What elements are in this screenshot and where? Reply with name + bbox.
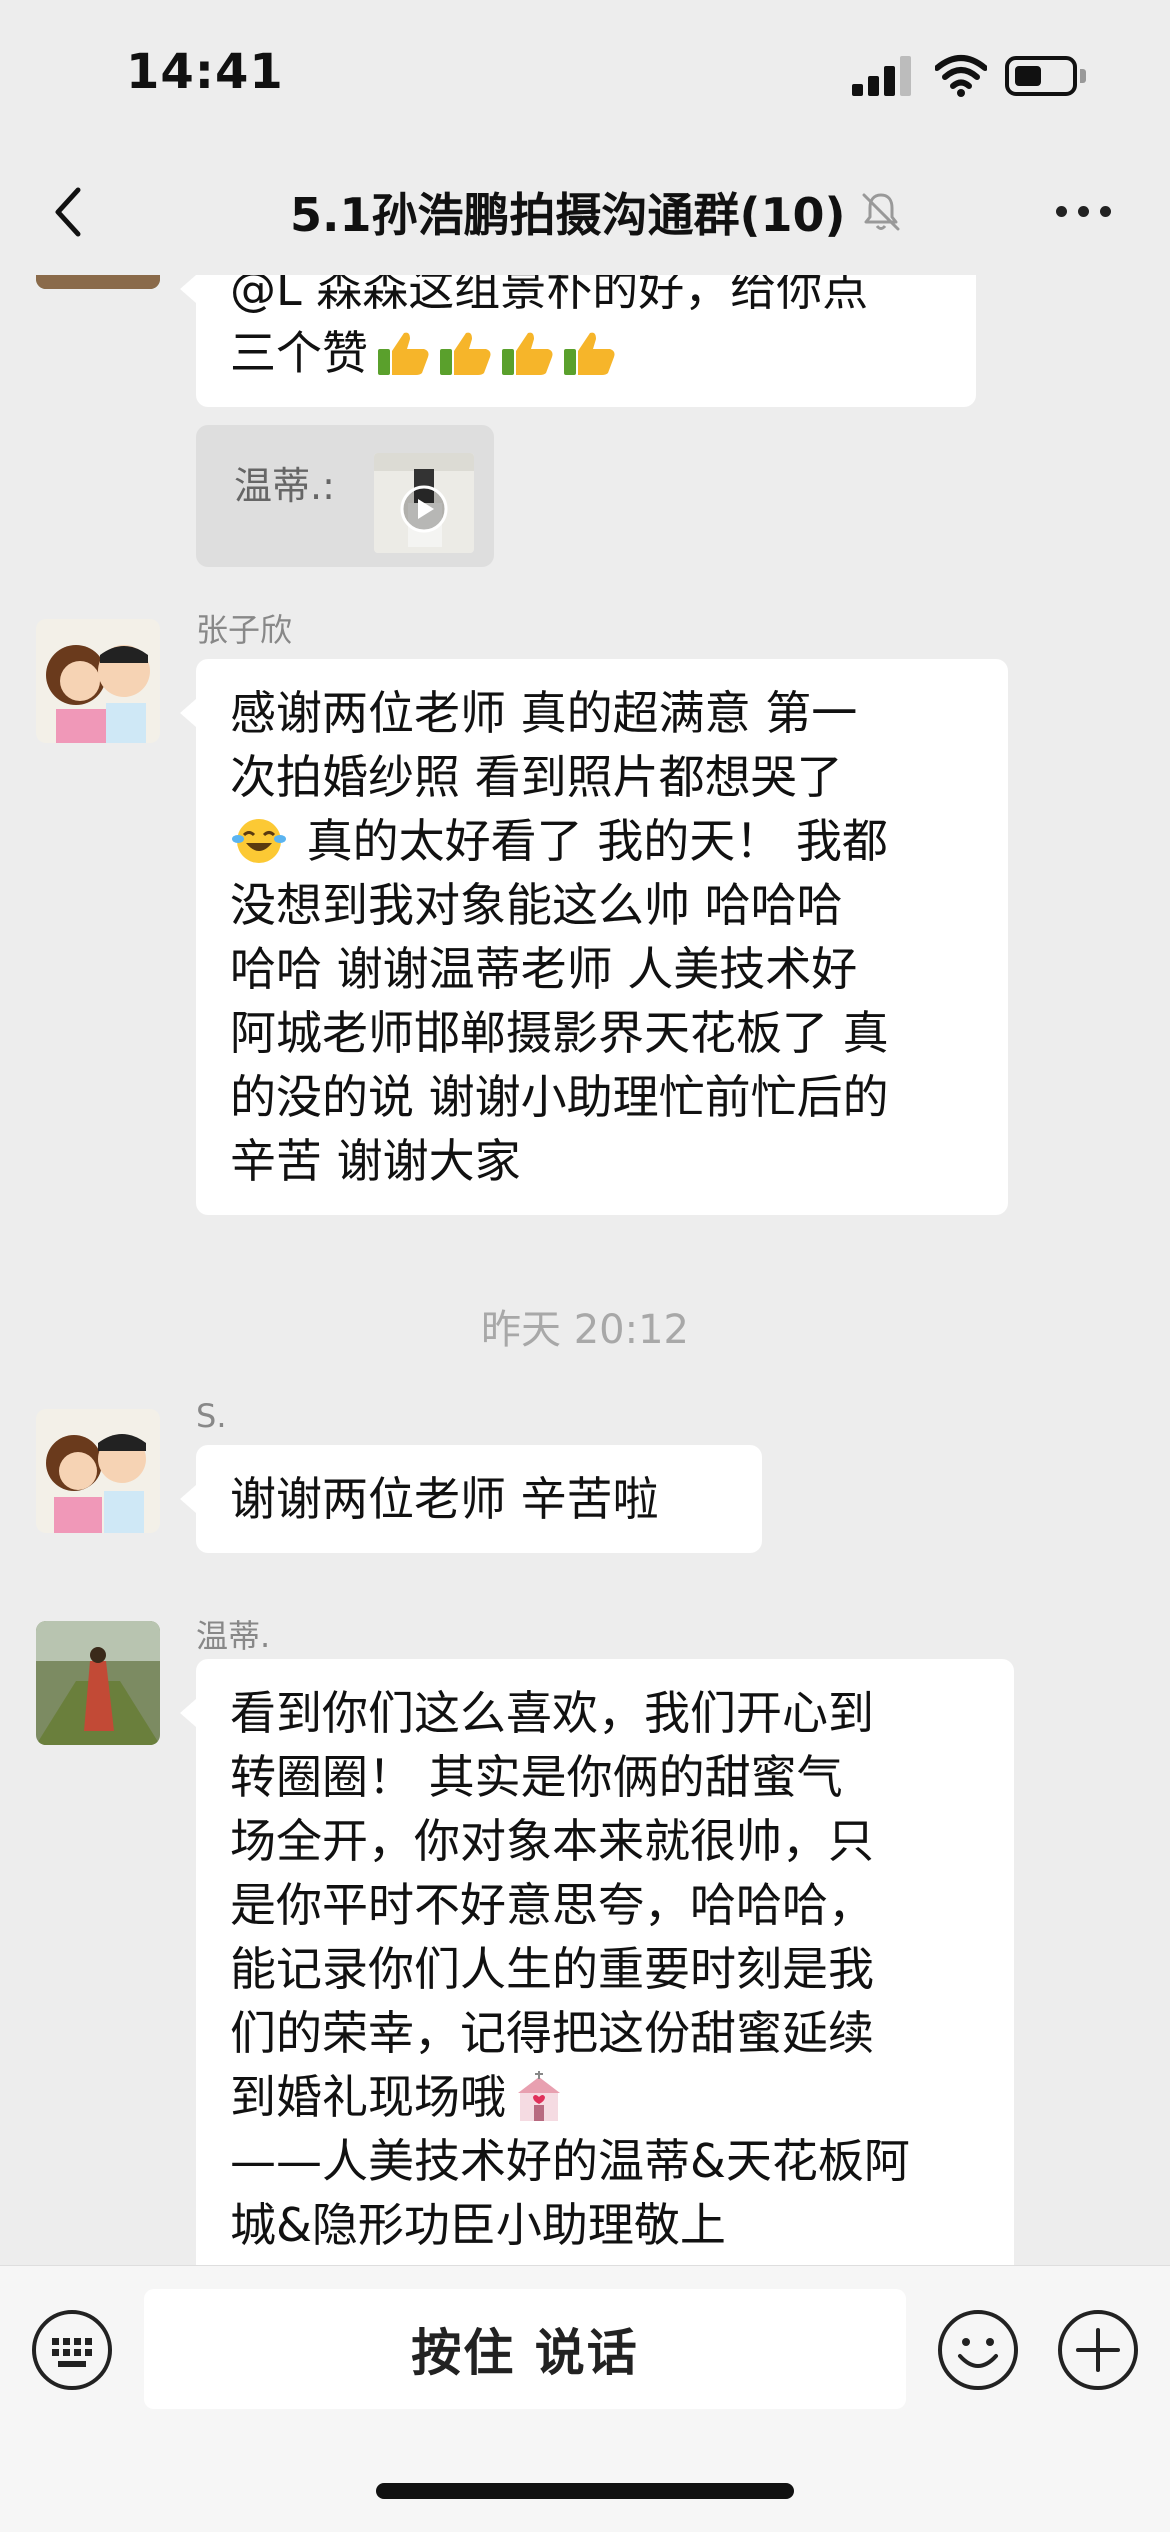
avatar-s[interactable] (36, 1409, 160, 1533)
avatar-image (36, 275, 160, 289)
message-text-line: 的没的说 谢谢小助理忙前忙后的 (230, 1070, 889, 1124)
quoted-sender-label: 温蒂.: (234, 464, 335, 508)
message-text-line: 是你平时不好意思夸，哈哈哈， (230, 1878, 874, 1932)
message-text-line: 能记录你们人生的重要时刻是我 (230, 1942, 874, 1996)
status-bar: 14:41 (0, 0, 1170, 150)
wifi-icon (935, 55, 987, 97)
message-bubble[interactable]: @L 森森这组景朴的好，给你点 三个赞 (180, 275, 976, 407)
message-text-line: 到婚礼现场哦 (230, 2065, 980, 2129)
message-bubble[interactable]: 谢谢两位老师 辛苦啦 (180, 1445, 762, 1553)
avatar-image (36, 1409, 160, 1533)
sender-name: 温蒂. (196, 1617, 271, 1655)
avatar-image (36, 619, 160, 743)
message-text-line: 辛苦 谢谢大家 (230, 1134, 521, 1188)
message-text-line: 转圈圈！ 其实是你俩的甜蜜气 (230, 1750, 843, 1804)
video-thumbnail-image (374, 453, 474, 553)
message-text-line: 三个赞 (230, 321, 942, 385)
thumbs-up-icon (440, 332, 491, 375)
message-list[interactable]: @L 森森这组景朴的好，给你点 三个赞 温蒂.: 张子欣 感谢两位老师 真的超满… (0, 275, 1170, 2265)
message-text: 到婚礼现场哦 (230, 2070, 506, 2124)
avatar-senxsen[interactable] (36, 275, 160, 289)
message-text-line: 感谢两位老师 真的超满意 第一 (230, 686, 858, 740)
back-icon[interactable] (44, 178, 94, 246)
message-text-line: 真的太好看了 我的天！ 我都 (230, 809, 974, 873)
quoted-video-card[interactable]: 温蒂.: (196, 425, 494, 567)
wechat-group-chat-screen: 14:41 5.1孙浩鹏拍摄沟通群(10) @L 森森这组景朴的好，给你点 三个… (0, 0, 1170, 2532)
message-text-line: 次拍婚纱照 看到照片都想哭了 (230, 750, 843, 804)
message-text: 真的太好看了 我的天！ 我都 (292, 814, 888, 868)
message-text-line: 们的荣幸，记得把这份甜蜜延续 (230, 2006, 874, 2060)
home-indicator[interactable] (376, 2483, 794, 2499)
status-time: 14:41 (126, 44, 284, 100)
laughing-tears-icon (232, 819, 286, 863)
video-thumbnail[interactable] (374, 453, 474, 553)
mute-icon (862, 193, 900, 231)
message-text-line: 没想到我对象能这么帅 哈哈哈 (230, 878, 843, 932)
message-text-line: 场全开，你对象本来就很帅，只 (230, 1814, 874, 1868)
time-divider: 昨天 20:12 (481, 1307, 689, 1353)
thumbs-up-icon (564, 332, 615, 375)
message-text-line: ——人美技术好的温蒂&天花板阿 (230, 2134, 910, 2188)
chat-title-area: 5.1孙浩鹏拍摄沟通群(10) (290, 172, 904, 252)
signal-icon (852, 56, 914, 96)
message-text-line: 阿城老师邯郸摄影界天花板了 真 (230, 1006, 889, 1060)
avatar-wendi[interactable] (36, 1621, 160, 1745)
chat-title: 5.1孙浩鹏拍摄沟通群(10) (290, 188, 846, 242)
sender-name: S. (196, 1397, 227, 1435)
thumbs-up-icon (378, 332, 429, 375)
message-text-line: 城&隐形功臣小助理敬上 (230, 2198, 726, 2252)
battery-icon (1005, 56, 1087, 96)
message-text-line: 谢谢两位老师 辛苦啦 (230, 1472, 659, 1526)
message-text-line: 哈哈 谢谢温蒂老师 人美技术好 (230, 942, 858, 996)
message-bubble[interactable]: 看到你们这么喜欢，我们开心到 转圈圈！ 其实是你俩的甜蜜气 场全开，你对象本来就… (180, 1659, 1014, 2265)
avatar-image (36, 1621, 160, 1745)
message-text-line: 看到你们这么喜欢，我们开心到 (230, 1686, 874, 1740)
message-text-line: @L 森森这组景朴的好，给你点 (230, 275, 869, 316)
keyboard-icon[interactable] (30, 2308, 114, 2392)
avatar-zhangzixin[interactable] (36, 619, 160, 743)
emoji-icon[interactable] (936, 2308, 1020, 2392)
sender-name: 张子欣 (196, 611, 293, 649)
thumbs-up-icon (502, 332, 553, 375)
navigation-bar: 5.1孙浩鹏拍摄沟通群(10) (0, 150, 1170, 275)
message-text: 三个赞 (230, 326, 368, 380)
plus-icon[interactable] (1056, 2308, 1140, 2392)
more-options-icon[interactable] (1056, 196, 1114, 226)
wedding-chapel-icon (518, 2071, 560, 2121)
message-bubble[interactable]: 感谢两位老师 真的超满意 第一 次拍婚纱照 看到照片都想哭了 真的太好看了 我的… (180, 659, 1008, 1215)
hold-to-talk-button[interactable]: 按住 说话 (144, 2289, 906, 2409)
